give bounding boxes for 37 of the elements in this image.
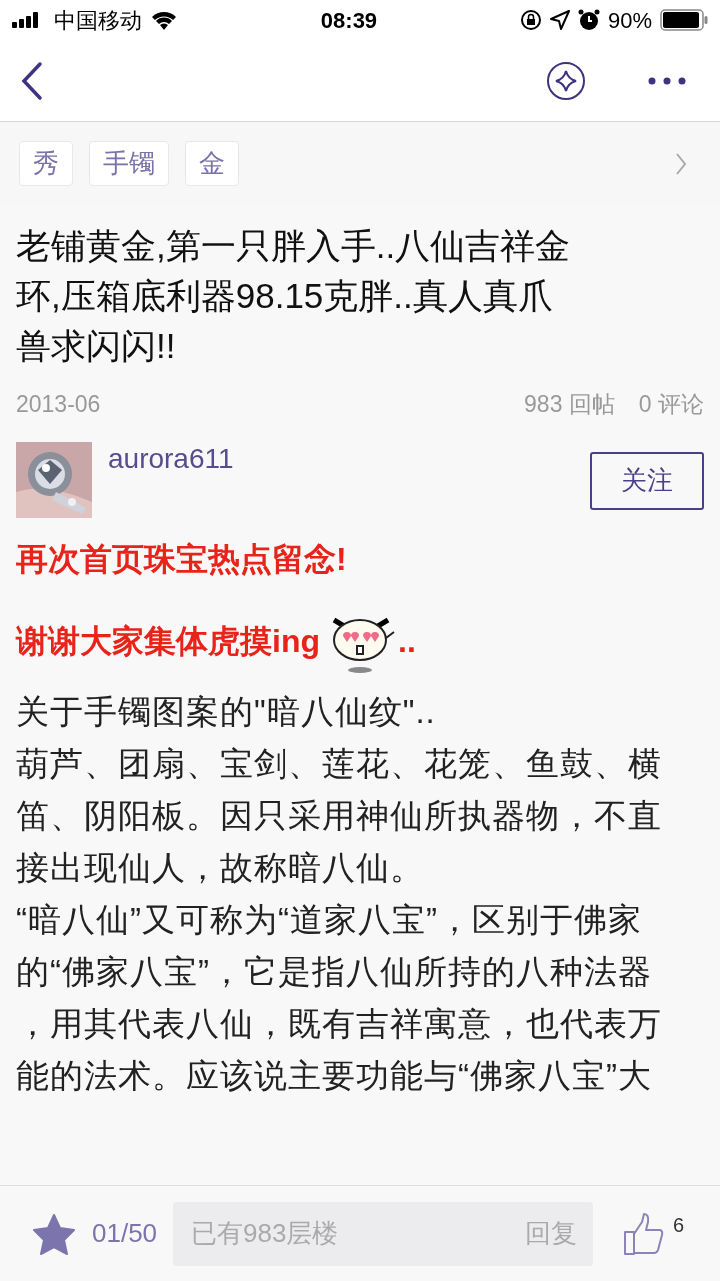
body-text-line: 关于手镯图案的"暗八仙纹".. (16, 691, 437, 732)
body-text-line: 的“佛家八宝”，它是指八仙所持的八种法器 (16, 951, 653, 992)
highlight-text: 再次首页珠宝热点留念! (16, 539, 347, 579)
tag-button[interactable]: 秀 (19, 140, 73, 187)
carrier-name: 中国移动 (54, 6, 142, 35)
back-icon[interactable] (20, 60, 44, 101)
alarm-icon (577, 9, 600, 31)
tag-button[interactable]: 金 (185, 140, 239, 187)
page-counter: 01/50 (92, 1217, 158, 1250)
highlight-text: 谢谢大家集体虎摸ing (16, 621, 320, 661)
body-text-line: 笛、阴阳板。因只采用神仙所执器物，不直 (16, 795, 663, 836)
clock-time: 08:39 (320, 7, 378, 33)
reply-count: 983 回帖 (524, 390, 615, 419)
body-text-line: 葫芦、团扇、宝剑、莲花、花笼、鱼鼓、横 (16, 743, 663, 784)
tag-button[interactable]: 手镯 (89, 140, 169, 187)
diamond-coin-icon[interactable] (546, 60, 586, 101)
body-text-line: 能的法术。应该说主要功能与“佛家八宝”大 (16, 1055, 653, 1096)
body-text-line: 接出现仙人，故称暗八仙。 (16, 847, 425, 888)
author-name[interactable]: aurora611 (108, 437, 234, 480)
post-title-line: 兽求闪闪!! (16, 325, 177, 367)
thumbs-up-icon[interactable] (623, 1211, 666, 1256)
location-icon (549, 10, 570, 30)
battery-icon (660, 9, 708, 31)
more-icon[interactable] (648, 76, 686, 85)
post-title-line: 老铺黄金,第一只胖入手..八仙吉祥金 (16, 225, 572, 267)
follow-button[interactable]: 关注 (590, 451, 704, 510)
wifi-icon (150, 10, 178, 30)
post-date: 2013-06 (16, 390, 101, 419)
star-icon[interactable] (32, 1212, 76, 1255)
like-count: 6 (673, 1213, 685, 1238)
highlight-text: .. (398, 621, 416, 661)
battery-percentage: 90% (607, 6, 652, 35)
comment-count: 0 评论 (638, 390, 704, 419)
post-title-line: 环,压箱底利器98.15克胖..真人真爪 (16, 275, 554, 317)
body-text-line: ，用其代表八仙，既有吉祥寓意，也代表万 (16, 1003, 663, 1044)
body-text-line: “暗八仙”又可称为“道家八宝”，区别于佛家 (16, 899, 643, 940)
rotation-lock-icon (519, 9, 542, 31)
